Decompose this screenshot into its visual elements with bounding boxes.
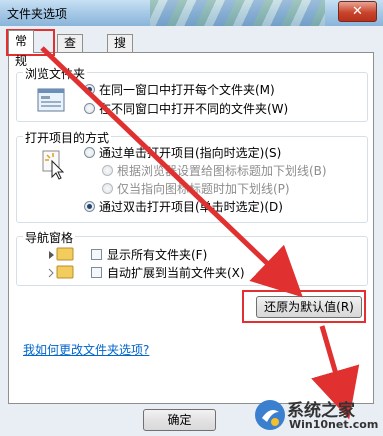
arrow-restore-to-ok (311, 325, 360, 420)
tab-general[interactable]: 常规 (8, 30, 35, 68)
watermark: 系统之家 Win10net.com (251, 396, 381, 434)
watermark-url: Win10net.com (289, 418, 379, 431)
arrow-tab-to-restore (40, 46, 303, 298)
annotation-arrows (40, 46, 360, 420)
watermark-logo-icon (255, 400, 285, 430)
